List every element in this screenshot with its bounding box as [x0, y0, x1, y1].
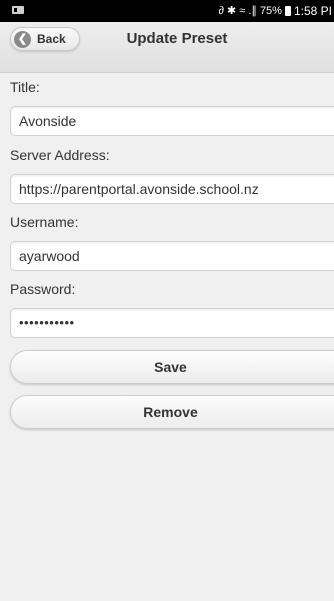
page-title: Update Preset — [126, 30, 228, 47]
title-label: Title: — [10, 79, 40, 95]
save-button[interactable]: Save — [10, 350, 334, 384]
username-label: Username: — [10, 214, 79, 230]
password-label: Password: — [10, 281, 76, 297]
title-input[interactable]: Avonside — [10, 106, 334, 136]
server-address-label: Server Address: — [10, 147, 110, 163]
status-indicators: ∂ ✱ ≈ .∥ 75% 1:58 PI — [218, 4, 332, 18]
username-input[interactable]: ayarwood — [10, 241, 334, 271]
server-address-input[interactable]: https://parentportal.avonside.school.nz — [10, 174, 334, 204]
status-bar: ∂ ✱ ≈ .∥ 75% 1:58 PI — [0, 0, 334, 22]
remove-button[interactable]: Remove — [10, 395, 334, 429]
app-notification-icon — [12, 6, 24, 14]
screen: ∂ ✱ ≈ .∥ 75% 1:58 PI ❮ Back Update Prese… — [0, 0, 334, 601]
status-time: 1:58 PI — [293, 4, 332, 18]
password-input[interactable]: ••••••••••• — [10, 308, 334, 338]
status-icons: ∂ ✱ ≈ .∥ 75% — [218, 5, 282, 17]
battery-icon — [284, 6, 291, 16]
